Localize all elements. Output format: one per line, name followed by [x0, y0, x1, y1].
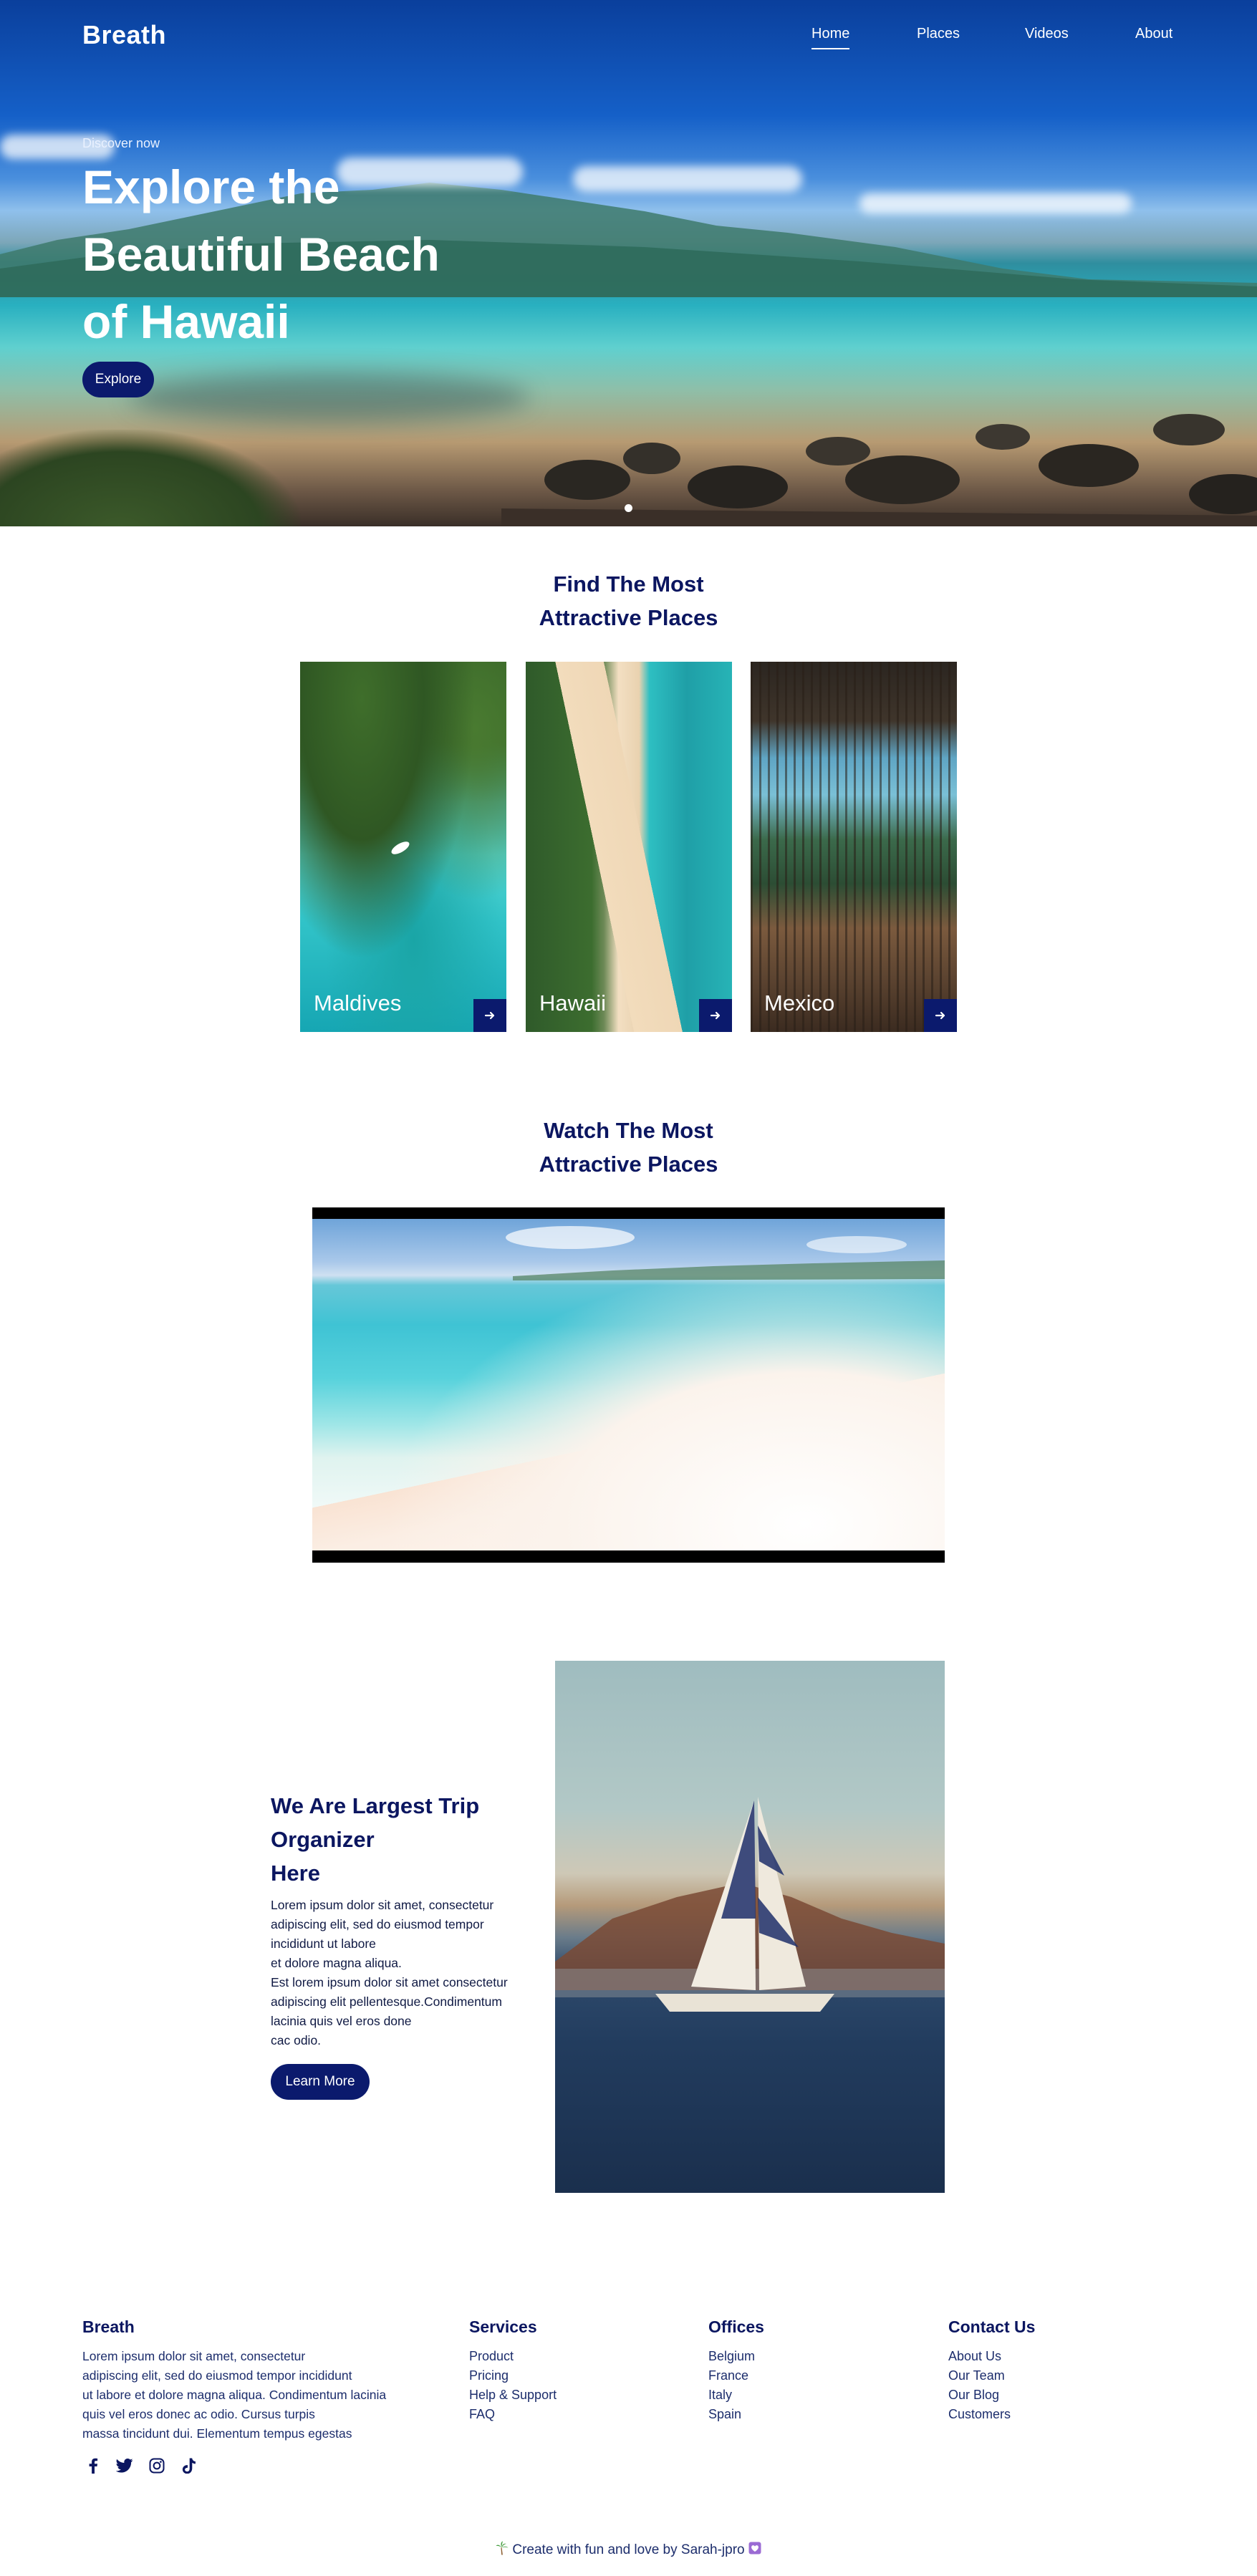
nav-about[interactable]: About — [1135, 26, 1172, 42]
videos-title-line: Attractive Places — [539, 1152, 718, 1177]
video-frame-beach — [312, 1219, 945, 1550]
cloud — [859, 193, 1132, 213]
footer-brand-line: massa tincidunt dui. Elementum tempus eg… — [82, 2426, 352, 2441]
arrow-right-icon[interactable] — [473, 999, 506, 1032]
explore-button[interactable]: Explore — [82, 362, 154, 397]
boat-graphic — [391, 841, 410, 854]
place-card-label: Maldives — [314, 990, 402, 1016]
twitter-icon[interactable] — [114, 2455, 135, 2476]
about-title-line: Here — [271, 1861, 320, 1886]
palm-tree-icon — [496, 2541, 509, 2560]
about-line: Lorem ipsum dolor sit amet, consectetur — [271, 1898, 494, 1912]
tiktok-icon[interactable] — [178, 2455, 200, 2476]
footer-services-title: Services — [469, 2317, 537, 2336]
hero-banner: Breath Home Places Videos About Discover… — [0, 0, 1257, 526]
hero-title: Explore the Beautiful Beach of Hawaii — [82, 153, 526, 355]
about-line: incididunt ut labore — [271, 1936, 376, 1951]
footer-services: Services Product Pricing Help & Support … — [469, 2317, 670, 2424]
credit-text: Create with fun and love by Sarah-jpro — [512, 2542, 745, 2558]
footer-brand-line: Lorem ipsum dolor sit amet, consectetur — [82, 2349, 306, 2363]
footer-link-help-support[interactable]: Help & Support — [469, 2386, 670, 2405]
about-title: We Are Largest Trip Organizer Here — [271, 1789, 529, 1890]
footer-contact: Contact Us About Us Our Team Our Blog Cu… — [948, 2317, 1163, 2424]
nav-places[interactable]: Places — [917, 26, 960, 42]
hero-eyebrow: Discover now — [82, 136, 160, 150]
footer-link-customers[interactable]: Customers — [948, 2405, 1163, 2424]
footer-link-france[interactable]: France — [708, 2366, 909, 2386]
about-line: Est lorem ipsum dolor sit amet consectet… — [271, 1975, 508, 1989]
places-section-title: Find The Most Attractive Places — [0, 567, 1257, 635]
footer-link-italy[interactable]: Italy — [708, 2386, 909, 2405]
videos-section-title: Watch The Most Attractive Places — [0, 1114, 1257, 1181]
tree-shadow — [129, 372, 530, 423]
about-description: Lorem ipsum dolor sit amet, consectetur … — [271, 1896, 543, 2050]
footer-link-spain[interactable]: Spain — [708, 2405, 909, 2424]
places-title-line: Attractive Places — [539, 605, 718, 630]
footer-brand-line: ut labore et dolore magna aliqua. Condim… — [82, 2388, 387, 2402]
place-card-maldives[interactable]: Maldives — [300, 662, 506, 1032]
about-line: et dolore magna aliqua. — [271, 1956, 402, 1970]
about-title-line: Organizer — [271, 1827, 375, 1852]
videos-title-line: Watch The Most — [544, 1118, 713, 1143]
shoreline-rocks — [501, 414, 1257, 526]
facebook-icon[interactable] — [82, 2455, 104, 2476]
cloud — [573, 166, 802, 192]
place-card-label: Hawaii — [539, 990, 607, 1016]
places-title-line: Find The Most — [553, 571, 704, 597]
hero-title-line: Beautiful Beach — [82, 228, 440, 281]
footer-brand-line: adipiscing elit, sed do eiusmod tempor i… — [82, 2368, 352, 2383]
about-line: adipiscing elit pellentesque.Condimentum — [271, 1994, 502, 2009]
footer-link-our-team[interactable]: Our Team — [948, 2366, 1163, 2386]
sailboat-illustration — [555, 1797, 945, 2012]
carousel-dot[interactable] — [625, 504, 632, 512]
hero-title-line: of Hawaii — [82, 295, 290, 348]
about-title-line: We Are Largest Trip — [271, 1793, 480, 1818]
hero-title-line: Explore the — [82, 160, 340, 213]
footer-link-product[interactable]: Product — [469, 2347, 670, 2366]
footer-credit: Create with fun and love by Sarah-jpro — [0, 2541, 1257, 2560]
place-card-label: Mexico — [764, 990, 835, 1016]
footer-link-pricing[interactable]: Pricing — [469, 2366, 670, 2386]
arrow-right-icon[interactable] — [924, 999, 957, 1032]
footer-contact-title: Contact Us — [948, 2317, 1036, 2336]
footer-brand-line: quis vel eros donec ac odio. Cursus turp… — [82, 2407, 315, 2421]
nav-videos[interactable]: Videos — [1025, 26, 1069, 42]
instagram-icon[interactable] — [146, 2455, 168, 2476]
footer-brand-title[interactable]: Breath — [82, 2317, 440, 2337]
foreground-grass — [0, 430, 301, 526]
footer-link-faq[interactable]: FAQ — [469, 2405, 670, 2424]
footer-brand-description: Lorem ipsum dolor sit amet, consectetur … — [82, 2347, 440, 2444]
footer-offices: Offices Belgium France Italy Spain — [708, 2317, 909, 2424]
place-card-hawaii[interactable]: Hawaii — [526, 662, 732, 1032]
learn-more-button[interactable]: Learn More — [271, 2064, 370, 2100]
about-line: lacinia quis vel eros done — [271, 2014, 412, 2028]
nav-home[interactable]: Home — [811, 26, 850, 49]
footer-link-belgium[interactable]: Belgium — [708, 2347, 909, 2366]
footer-link-our-blog[interactable]: Our Blog — [948, 2386, 1163, 2405]
footer-link-about-us[interactable]: About Us — [948, 2347, 1163, 2366]
place-card-mexico[interactable]: Mexico — [751, 662, 957, 1032]
about-line: adipiscing elit, sed do eiusmod tempor — [271, 1917, 484, 1931]
sailboat-photo — [555, 1661, 945, 2193]
about-line: cac odio. — [271, 2033, 322, 2047]
arrow-right-icon[interactable] — [699, 999, 732, 1032]
main-nav: Home Places Videos About — [0, 26, 1257, 54]
purple-heart-icon — [748, 2542, 761, 2559]
video-player[interactable] — [312, 1207, 945, 1563]
footer-offices-title: Offices — [708, 2317, 764, 2336]
distant-shoreline — [506, 1226, 945, 1280]
footer-brand: Breath Lorem ipsum dolor sit amet, conse… — [82, 2317, 440, 2444]
